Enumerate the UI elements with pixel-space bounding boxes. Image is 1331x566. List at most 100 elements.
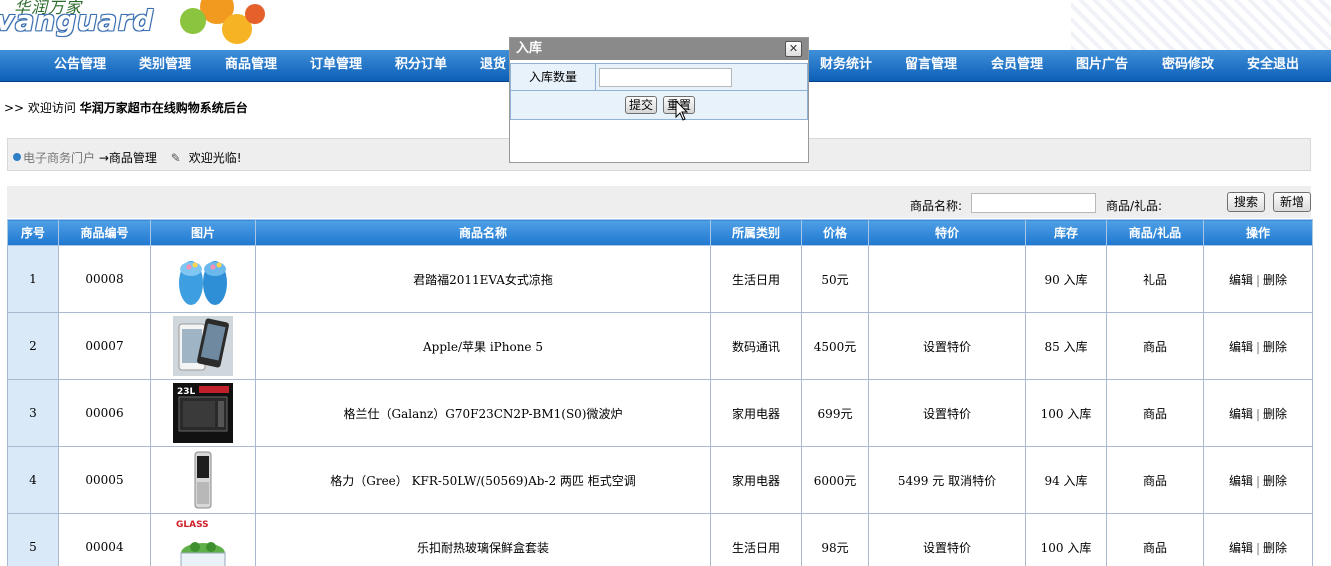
row-name: 格兰仕（Galanz）G70F23CN2P-BM1(S0)微波炉 xyxy=(255,379,711,447)
logo-dot-red xyxy=(245,4,265,24)
pen-icon: ✎ xyxy=(170,151,181,165)
separator: | xyxy=(1255,540,1261,555)
nav-returns[interactable]: 退货 xyxy=(480,50,506,82)
row-kind: 商品 xyxy=(1106,379,1204,447)
row-stock: 94 入库 xyxy=(1025,446,1107,514)
glass-box-image: GLASS xyxy=(173,517,233,566)
product-table: 序号 商品编号 图片 商品名称 所属类别 价格 特价 库存 商品/礼品 操作 1… xyxy=(7,219,1313,566)
nav-points-orders[interactable]: 积分订单 xyxy=(395,50,447,82)
row-name: Apple/苹果 iPhone 5 xyxy=(255,312,711,380)
breadcrumb: 电子商务门户 →商品管理 ✎ 欢迎光临! xyxy=(13,149,242,166)
row-price: 699元 xyxy=(801,379,869,447)
delete-link[interactable]: 删除 xyxy=(1263,541,1287,555)
product-type-label: 商品/礼品: xyxy=(1106,199,1163,213)
nav-image-ads[interactable]: 图片广告 xyxy=(1076,50,1128,82)
nav-categories[interactable]: 类别管理 xyxy=(139,50,191,82)
separator: | xyxy=(1255,406,1261,421)
row-special[interactable]: 设置特价 xyxy=(868,513,1026,566)
row-price: 98元 xyxy=(801,513,869,566)
row-kind: 商品 xyxy=(1106,312,1204,380)
add-button[interactable]: 新增 xyxy=(1273,192,1311,212)
nav-members[interactable]: 会员管理 xyxy=(991,50,1043,82)
stock-in-dialog: 入库 ✕ 入库数量 提交 重置 xyxy=(509,37,809,163)
submit-button[interactable]: 提交 xyxy=(625,96,658,114)
close-icon[interactable]: ✕ xyxy=(785,41,802,57)
breadcrumb-greeting: 欢迎光临! xyxy=(188,151,242,165)
search-button[interactable]: 搜索 xyxy=(1227,192,1266,212)
row-index: 3 xyxy=(7,379,59,447)
col-stock: 库存 xyxy=(1025,219,1107,246)
row-actions: 编辑 | 删除 xyxy=(1203,312,1313,380)
header-pattern xyxy=(1071,0,1331,50)
table-header-row: 序号 商品编号 图片 商品名称 所属类别 价格 特价 库存 商品/礼品 操作 xyxy=(7,219,1313,246)
row-special[interactable]: 设置特价 xyxy=(868,379,1026,447)
row-name: 君踏福2011EVA女式凉拖 xyxy=(255,245,711,313)
stock-value: 100 xyxy=(1040,406,1064,421)
nav-announcements[interactable]: 公告管理 xyxy=(54,50,106,82)
delete-link[interactable]: 删除 xyxy=(1263,407,1287,421)
delete-link[interactable]: 删除 xyxy=(1263,340,1287,354)
row-index: 4 xyxy=(7,446,59,514)
table-row: 5 00004 GLASS 乐扣耐热玻璃保鲜盒套装 生活日用 98元 设置特价 xyxy=(7,513,1313,566)
row-special[interactable]: 设置特价 xyxy=(868,312,1026,380)
quantity-label: 入库数量 xyxy=(511,64,596,90)
welcome-prefix: >> 欢迎访问 xyxy=(4,101,76,115)
row-category: 数码通讯 xyxy=(710,312,802,380)
edit-link[interactable]: 编辑 xyxy=(1229,340,1253,354)
col-actions: 操作 xyxy=(1203,219,1313,246)
quantity-input[interactable] xyxy=(599,68,732,87)
nav-orders[interactable]: 订单管理 xyxy=(310,50,362,82)
stock-in-link[interactable]: 入库 xyxy=(1067,407,1091,421)
row-image xyxy=(150,446,256,514)
row-code: 00005 xyxy=(58,446,151,514)
row-actions: 编辑 | 删除 xyxy=(1203,513,1313,566)
col-index: 序号 xyxy=(7,219,59,246)
row-price: 6000元 xyxy=(801,446,869,514)
row-price: 4500元 xyxy=(801,312,869,380)
table-row: 3 00006 23L 格兰仕（Galanz）G70F23CN2P-BM1(S0… xyxy=(7,379,1313,447)
stock-in-link[interactable]: 入库 xyxy=(1064,340,1088,354)
col-special: 特价 xyxy=(868,219,1026,246)
col-kind: 商品/礼品 xyxy=(1106,219,1204,246)
row-name: 格力（Gree） KFR-50LW/(50569)Ab-2 两匹 柜式空调 xyxy=(255,446,711,514)
nav-products[interactable]: 商品管理 xyxy=(225,50,277,82)
row-category: 家用电器 xyxy=(710,379,802,447)
logo: 华润万家 vanguard xyxy=(0,0,270,48)
row-kind: 商品 xyxy=(1106,513,1204,566)
stock-in-link[interactable]: 入库 xyxy=(1067,541,1091,555)
glass-label: GLASS xyxy=(176,520,209,530)
delete-link[interactable]: 删除 xyxy=(1263,273,1287,287)
row-special[interactable] xyxy=(868,245,1026,313)
col-category: 所属类别 xyxy=(710,219,802,246)
logo-dot-green xyxy=(180,8,206,34)
table-row: 1 00008 君踏福2011EVA女式凉拖 生活日用 50元 90 入库 礼品… xyxy=(7,245,1313,313)
row-index: 5 xyxy=(7,513,59,566)
product-name-label: 商品名称: xyxy=(910,199,963,213)
row-stock: 100 入库 xyxy=(1025,513,1107,566)
breadcrumb-portal-link[interactable]: 电子商务门户 xyxy=(23,151,95,165)
nav-logout[interactable]: 安全退出 xyxy=(1247,50,1299,82)
dialog-title[interactable]: 入库 xyxy=(510,38,808,60)
row-category: 家用电器 xyxy=(710,446,802,514)
edit-link[interactable]: 编辑 xyxy=(1229,541,1253,555)
bullet-icon xyxy=(13,153,21,161)
row-index: 2 xyxy=(7,312,59,380)
nav-change-password[interactable]: 密码修改 xyxy=(1162,50,1214,82)
table-row: 4 00005 格力（Gree） KFR-50LW/(50569)Ab-2 两匹… xyxy=(7,446,1313,514)
row-price: 50元 xyxy=(801,245,869,313)
nav-messages[interactable]: 留言管理 xyxy=(905,50,957,82)
edit-link[interactable]: 编辑 xyxy=(1229,474,1253,488)
mouse-cursor-icon xyxy=(675,100,689,121)
stock-in-link[interactable]: 入库 xyxy=(1064,273,1088,287)
delete-link[interactable]: 删除 xyxy=(1263,474,1287,488)
row-special[interactable]: 5499 元 取消特价 xyxy=(868,446,1026,514)
edit-link[interactable]: 编辑 xyxy=(1229,407,1253,421)
microwave-image: 23L xyxy=(173,383,233,443)
stock-in-link[interactable]: 入库 xyxy=(1064,474,1088,488)
row-image: 23L xyxy=(150,379,256,447)
product-name-input[interactable] xyxy=(971,193,1096,213)
nav-finance[interactable]: 财务统计 xyxy=(820,50,872,82)
edit-link[interactable]: 编辑 xyxy=(1229,273,1253,287)
col-price: 价格 xyxy=(801,219,869,246)
microwave-label: 23L xyxy=(177,387,196,397)
